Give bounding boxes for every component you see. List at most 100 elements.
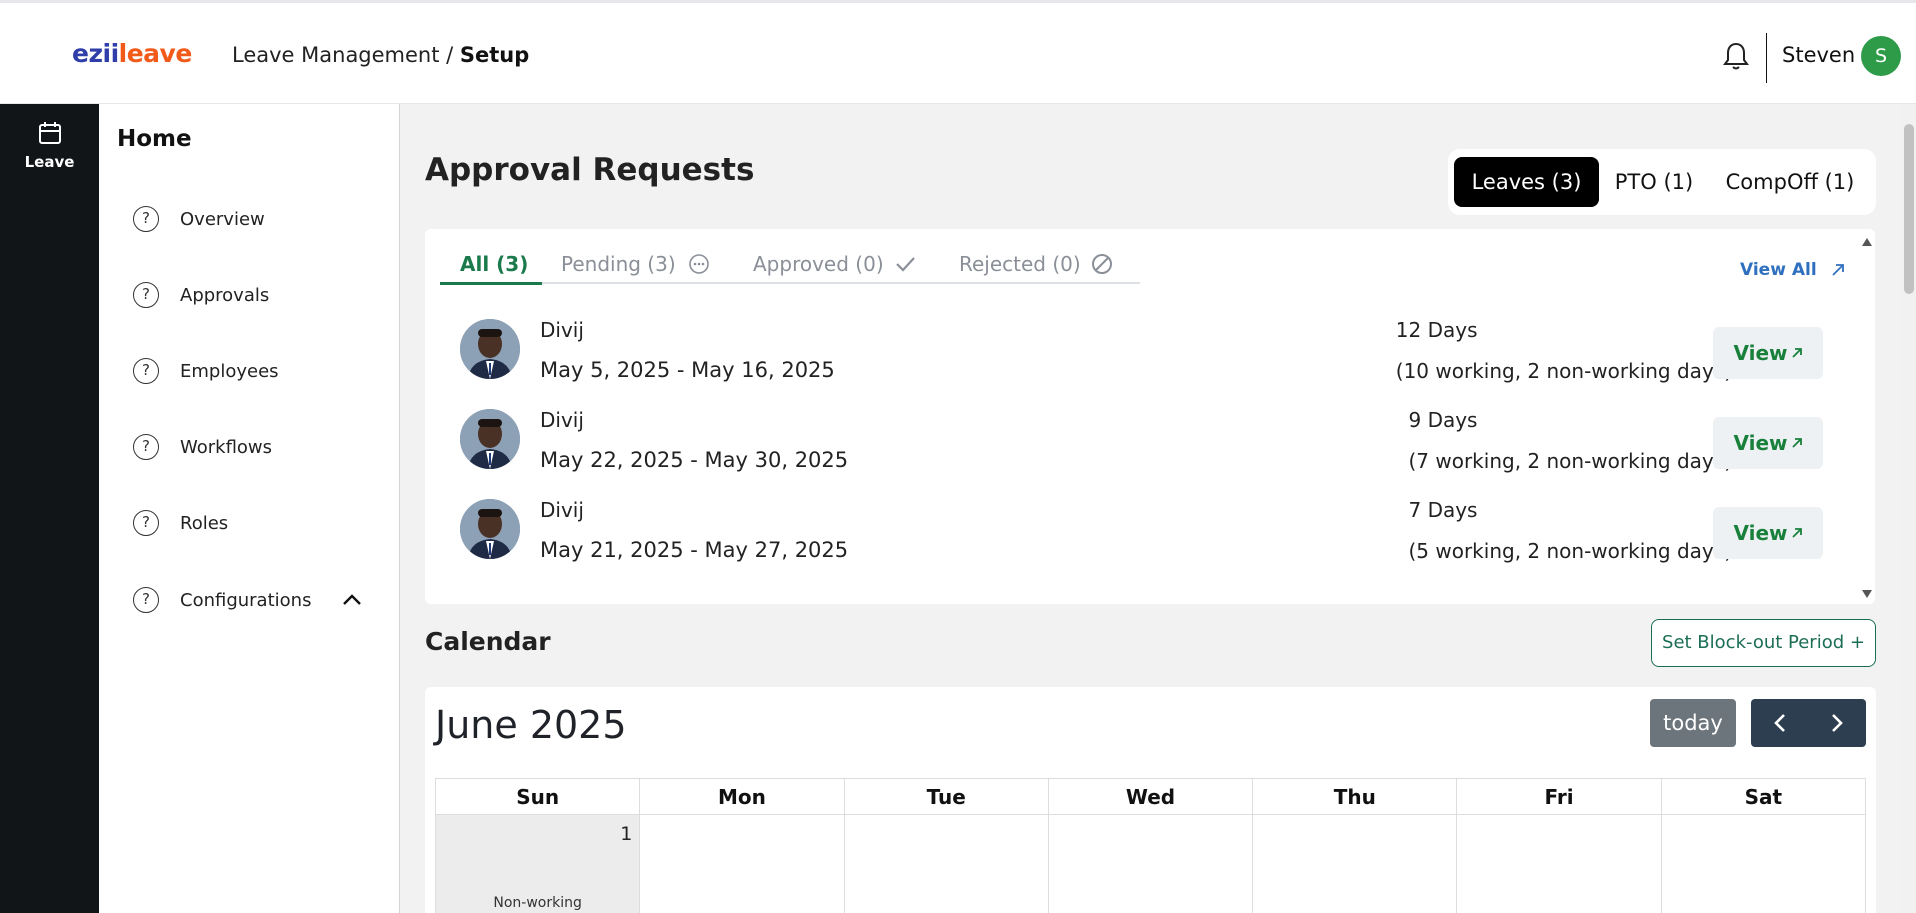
header-divider xyxy=(1766,33,1767,83)
help-circle-icon: ? xyxy=(133,282,159,308)
sidebar-item-roles[interactable]: ? Roles xyxy=(133,508,383,538)
weekday-label: Sat xyxy=(1744,785,1783,809)
request-row[interactable]: Divij May 5, 2025 - May 16, 2025 12 Days… xyxy=(425,317,1875,397)
calendar-month-label: June 2025 xyxy=(435,703,627,747)
rail-item-label: Leave xyxy=(24,153,75,171)
calendar: June 2025 today Sun Mon Tue Wed Thu Fri … xyxy=(425,687,1876,913)
ban-icon xyxy=(1091,254,1112,274)
next-month-button[interactable] xyxy=(1808,699,1865,747)
scroll-up-arrow-icon[interactable] xyxy=(1861,237,1873,247)
tab-rejected[interactable]: Rejected (0) xyxy=(959,252,1113,276)
tab-pto[interactable]: PTO (1) xyxy=(1604,157,1704,207)
calendar-day-cell[interactable] xyxy=(1662,815,1865,913)
sidebar-item-employees[interactable]: ? Employees xyxy=(133,356,383,386)
top-header: eziileave Leave Management / Setup Steve… xyxy=(0,0,1916,104)
weekday-label: Wed xyxy=(1049,779,1254,814)
weekday-label: Fri xyxy=(1457,779,1662,814)
help-circle-icon: ? xyxy=(133,434,159,460)
sidebar-item-workflows[interactable]: ? Workflows xyxy=(133,432,383,462)
calendar-nav xyxy=(1751,699,1866,747)
calendar-day-cell[interactable] xyxy=(640,815,845,913)
leave-date-range: May 22, 2025 - May 30, 2025 xyxy=(540,448,849,472)
view-request-button[interactable]: View xyxy=(1713,507,1823,559)
user-name[interactable]: Steven xyxy=(1782,43,1855,67)
calendar-day-cell[interactable] xyxy=(845,815,1049,913)
weekday-label: Sun xyxy=(436,779,641,814)
request-row[interactable]: Divij May 22, 2025 - May 30, 2025 9 Days… xyxy=(425,407,1875,487)
tab-leaves[interactable]: Leaves (3) xyxy=(1454,157,1599,207)
view-all-link[interactable]: View All xyxy=(1740,260,1845,280)
scroll-down-arrow-icon[interactable] xyxy=(1861,589,1873,599)
calendar-week-row: 1 Non-working xyxy=(436,815,1865,913)
chevron-left-icon xyxy=(1773,714,1785,732)
sidebar-item-configurations[interactable]: ? Configurations xyxy=(133,585,383,615)
scrollbar-thumb[interactable] xyxy=(1904,124,1914,294)
today-button[interactable]: today xyxy=(1650,699,1736,747)
sidebar-title: Home xyxy=(117,126,192,152)
calendar-day-cell[interactable] xyxy=(1049,815,1254,913)
leave-date-range: May 21, 2025 - May 27, 2025 xyxy=(540,538,849,562)
breadcrumb-current: Setup xyxy=(459,43,530,67)
set-blockout-period-button[interactable]: Set Block-out Period + xyxy=(1651,619,1876,667)
help-circle-icon: ? xyxy=(133,510,159,536)
tab-approved[interactable]: Approved (0) xyxy=(753,252,916,276)
leave-date-range: May 5, 2025 - May 16, 2025 xyxy=(540,358,835,382)
page-scrollbar[interactable] xyxy=(1902,104,1916,913)
arrow-up-right-icon xyxy=(1791,348,1802,358)
request-row[interactable]: Divij May 21, 2025 - May 27, 2025 7 Days… xyxy=(425,497,1875,577)
approval-requests-card: All (3) Pending (3) Approved (0) Rejecte… xyxy=(425,229,1875,604)
calendar-day-cell[interactable]: 1 Non-working xyxy=(436,815,641,913)
main-content: Approval Requests Leaves (3) PTO (1) Com… xyxy=(400,104,1916,913)
calendar-icon xyxy=(38,122,61,144)
arrow-up-right-icon xyxy=(1791,438,1802,448)
weekday-label: Mon xyxy=(640,779,845,814)
app-logo[interactable]: eziileave xyxy=(72,39,192,68)
leave-duration: 9 Days (7 working, 2 non-working days) xyxy=(1408,408,1732,473)
sidebar-item-approvals[interactable]: ? Approvals xyxy=(133,280,383,310)
non-working-label: Non-working xyxy=(493,895,582,911)
employee-name: Divij xyxy=(540,318,584,342)
calendar-grid: Sun Mon Tue Wed Thu Fri Sat 1 Non-workin… xyxy=(435,778,1866,913)
weekday-header-row: Sun Mon Tue Wed Thu Fri Sat xyxy=(436,779,1865,815)
external-link-icon xyxy=(1832,264,1844,276)
chevron-right-icon xyxy=(1831,714,1843,732)
calendar-day-cell[interactable] xyxy=(1253,815,1458,913)
module-rail: Leave xyxy=(0,104,99,913)
help-circle-icon: ? xyxy=(133,587,159,613)
tab-pending[interactable]: Pending (3) xyxy=(561,252,710,276)
check-icon xyxy=(895,257,915,272)
request-type-tabs: Leaves (3) PTO (1) CompOff (1) xyxy=(1448,149,1876,215)
tab-all[interactable]: All (3) xyxy=(460,252,528,276)
help-circle-icon: ? xyxy=(133,206,159,232)
breadcrumb-parent[interactable]: Leave Management / xyxy=(232,43,460,67)
calendar-section-title: Calendar xyxy=(425,627,551,656)
view-request-button[interactable]: View xyxy=(1713,417,1823,469)
breadcrumb: Leave Management / Setup xyxy=(232,43,529,67)
chevron-up-icon[interactable] xyxy=(341,591,363,609)
prev-month-button[interactable] xyxy=(1751,699,1808,747)
employee-name: Divij xyxy=(540,498,584,522)
page-title: Approval Requests xyxy=(425,152,755,188)
leave-duration: 7 Days (5 working, 2 non-working days) xyxy=(1408,498,1732,563)
weekday-label: Thu xyxy=(1253,779,1458,814)
view-request-button[interactable]: View xyxy=(1713,327,1823,379)
employee-avatar xyxy=(460,319,520,379)
weekday-label: Tue xyxy=(845,779,1049,814)
tab-compoff[interactable]: CompOff (1) xyxy=(1710,157,1870,207)
user-avatar[interactable]: S xyxy=(1861,36,1901,76)
day-number: 1 xyxy=(620,823,633,845)
arrow-up-right-icon xyxy=(1791,528,1802,538)
employee-name: Divij xyxy=(540,408,584,432)
leave-duration: 12 Days (10 working, 2 non-working days) xyxy=(1395,318,1732,383)
employee-avatar xyxy=(460,409,520,469)
sidebar-item-overview[interactable]: ? Overview xyxy=(133,204,383,234)
calendar-day-cell[interactable] xyxy=(1457,815,1662,913)
rail-item-leave[interactable]: Leave xyxy=(0,120,99,171)
sidebar: Home ? Overview ? Approvals ? Employees ? Wo… xyxy=(99,104,400,913)
employee-avatar xyxy=(460,499,520,559)
help-circle-icon: ? xyxy=(133,358,159,384)
status-tabs: All (3) Pending (3) Approved (0) Rejecte… xyxy=(440,252,1140,285)
bell-icon[interactable] xyxy=(1722,41,1750,71)
active-tab-underline xyxy=(440,282,542,285)
more-horizontal-icon xyxy=(688,254,709,274)
